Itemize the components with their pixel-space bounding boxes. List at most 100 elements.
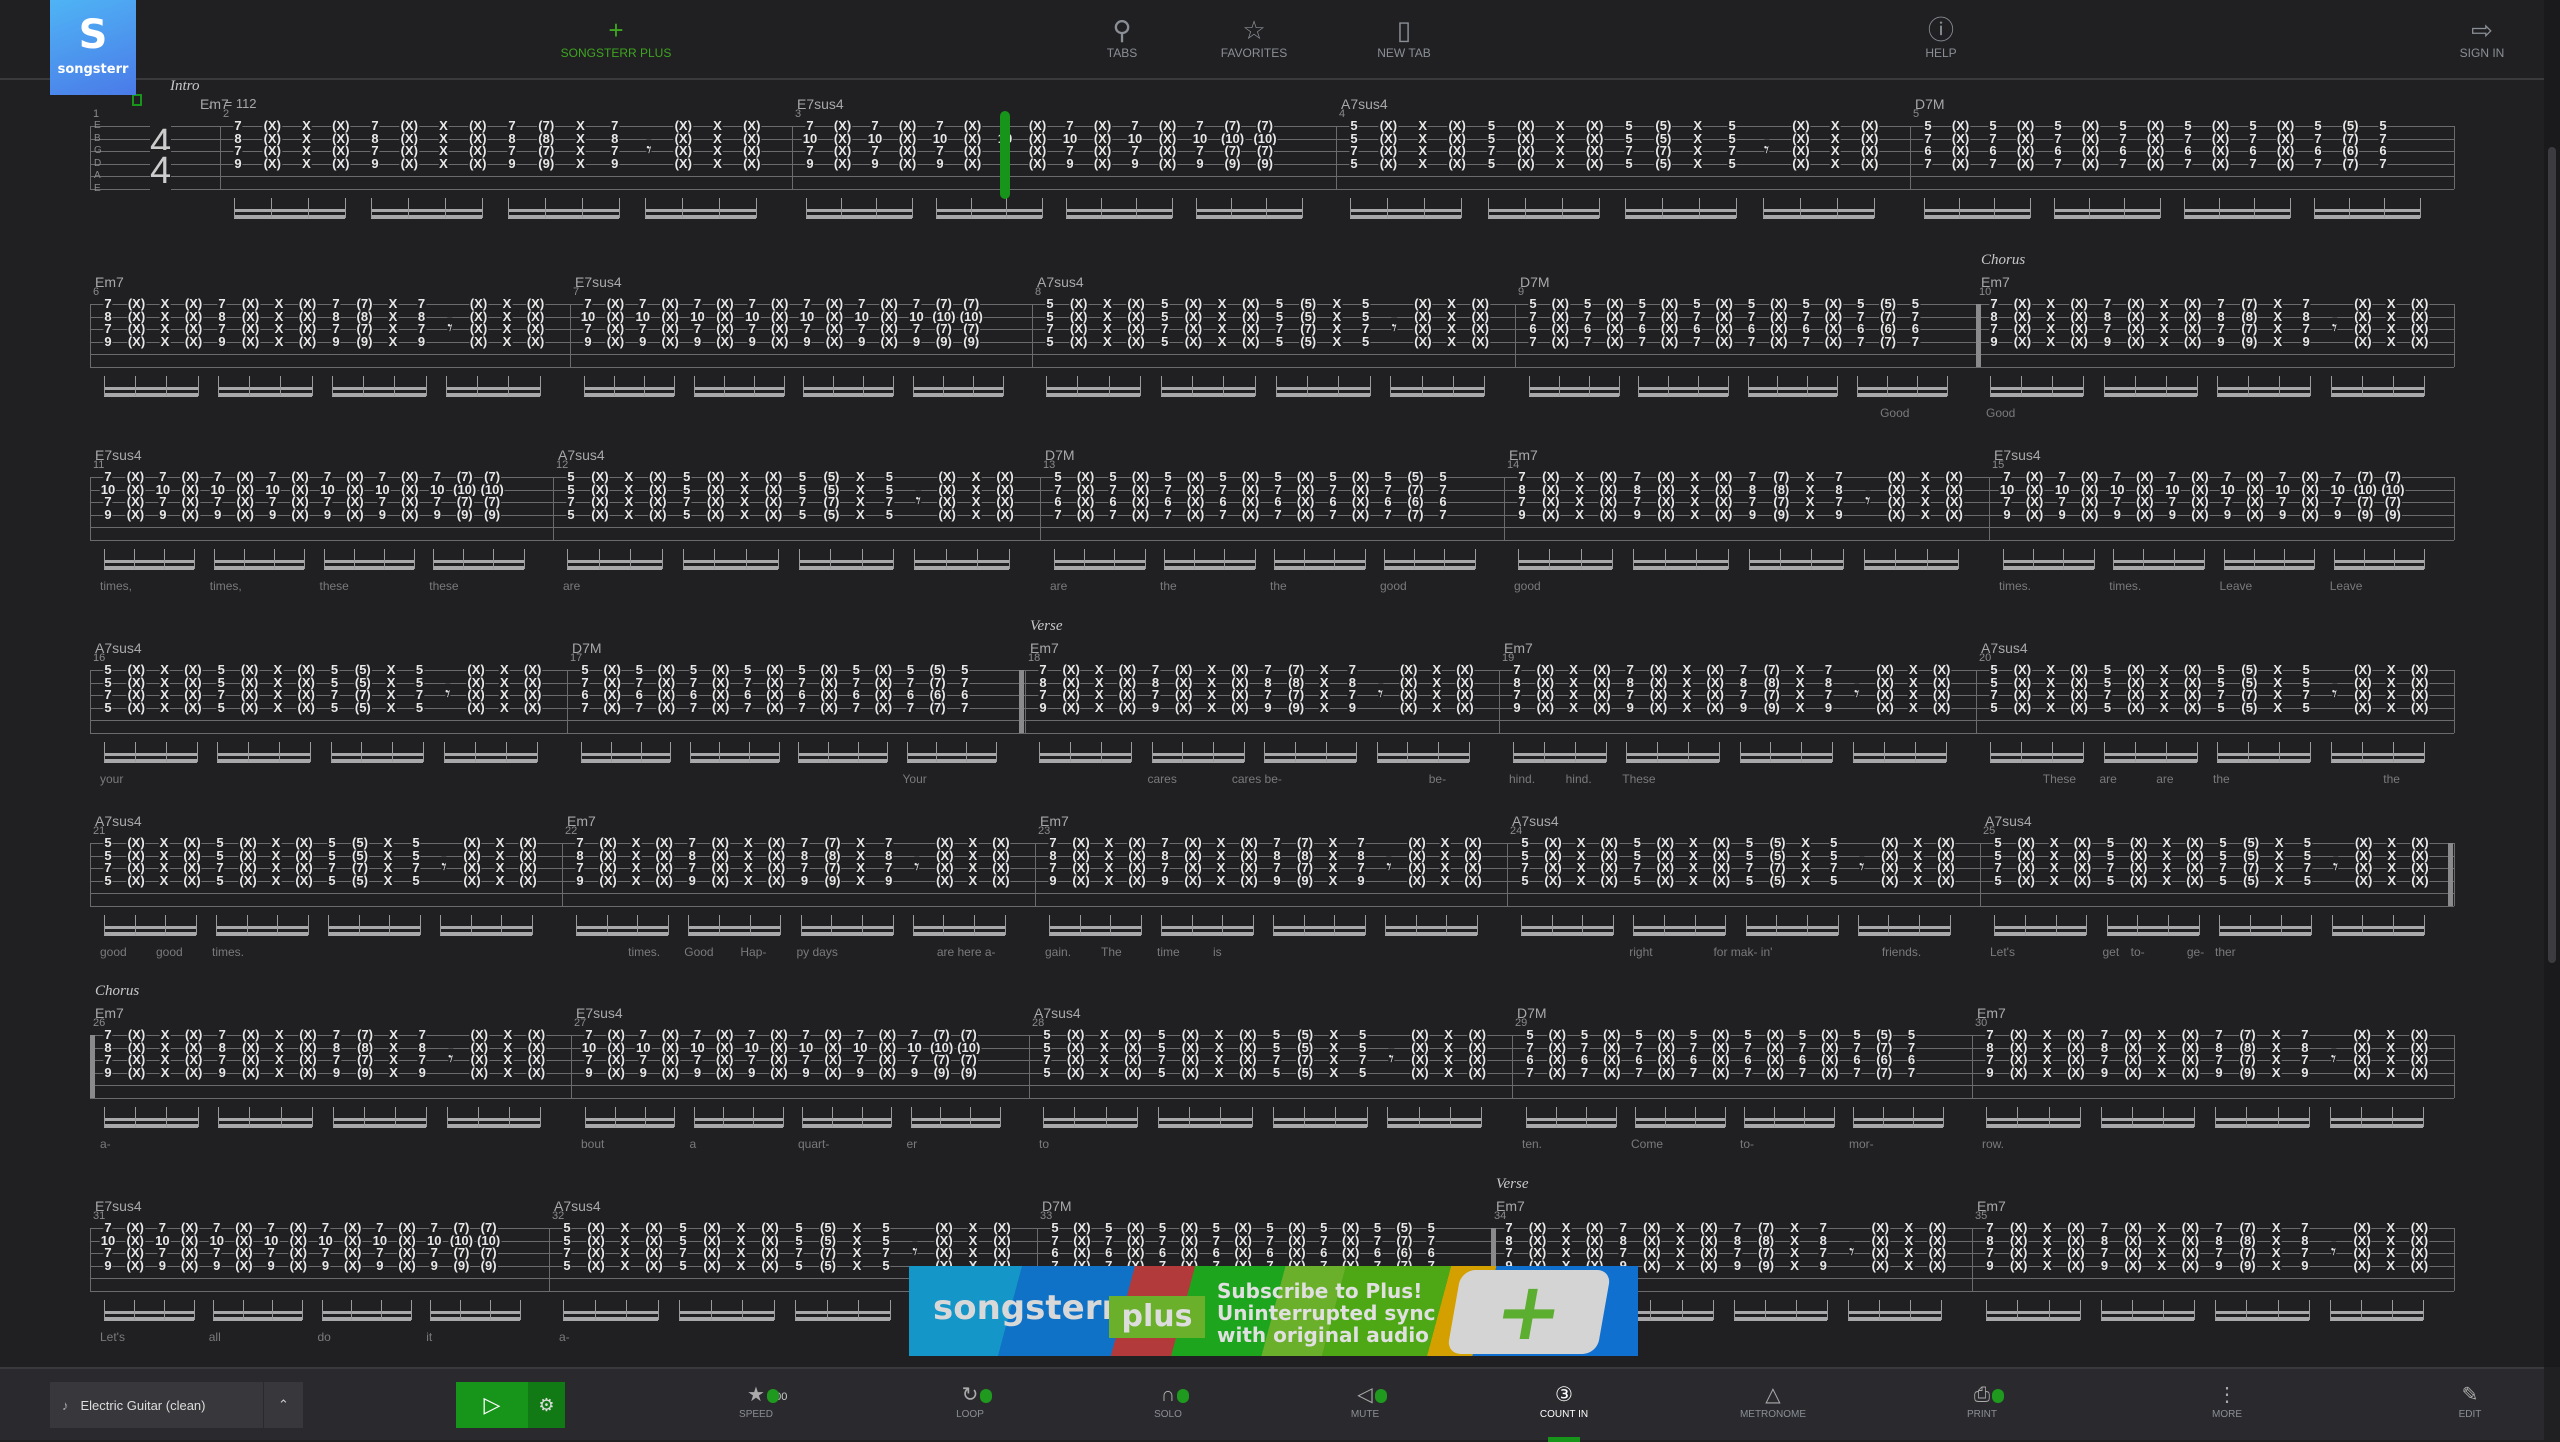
note-stem xyxy=(1852,742,1854,762)
fret-number: 5 xyxy=(1520,872,1530,888)
nav-new-tab[interactable]: ▯ NEW TAB xyxy=(1334,14,1474,60)
fret-number: X xyxy=(2385,699,2397,715)
nav-help[interactable]: ⓘ HELP xyxy=(1871,14,2011,60)
eighth-rest-icon: 𝄾 xyxy=(1388,1048,1394,1072)
rhythm-beam xyxy=(1164,566,1255,570)
note-stem xyxy=(714,549,716,569)
note-stem xyxy=(277,915,279,935)
speed-button[interactable]: ★100SPEED xyxy=(696,1381,816,1420)
note-stem xyxy=(1618,376,1620,396)
note-stem xyxy=(249,376,251,396)
eighth-rest-icon: 𝄾 xyxy=(445,683,451,707)
subscribe-plus-banner[interactable]: songsterr plus Subscribe to Plus! Uninte… xyxy=(909,1265,1638,1358)
note-stem xyxy=(999,1107,1001,1127)
rhythm-beam xyxy=(1160,393,1255,397)
fret-number: (X) xyxy=(2066,1064,2086,1080)
barline xyxy=(2454,126,2455,189)
fret-number: (X) xyxy=(1157,155,1178,171)
more-button[interactable]: ⋮ MORE xyxy=(2167,1381,2287,1420)
fret-number: (5) xyxy=(822,506,841,522)
print-button[interactable]: ⎙ PRINT xyxy=(1922,1381,2042,1420)
note-stem xyxy=(1157,1107,1159,1127)
lyric-syllable: right xyxy=(1629,945,1653,959)
play-button[interactable]: ▷ xyxy=(456,1382,528,1428)
control-label: MUTE xyxy=(1350,1409,1380,1420)
fret-number: 9 xyxy=(884,872,894,888)
songsterr-logo[interactable]: Ssongsterr xyxy=(50,0,136,95)
fret-number: 9 xyxy=(1625,699,1635,715)
rhythm-beam xyxy=(1762,209,1874,212)
loop-button[interactable]: ↻ LOOP xyxy=(910,1381,1030,1420)
metronome-button[interactable]: △ METRONOME xyxy=(1713,1381,1833,1420)
fret-number: 5 xyxy=(103,872,113,888)
rhythm-beam xyxy=(1387,1118,1482,1121)
note-stem xyxy=(2360,1107,2362,1127)
scrollbar-thumb[interactable] xyxy=(2548,147,2556,963)
fret-number: (X) xyxy=(2180,1257,2201,1273)
solo-button[interactable]: ∩ SOLO xyxy=(1108,1381,1228,1420)
note-stem xyxy=(861,549,863,569)
mute-button[interactable]: ◁ MUTE xyxy=(1305,1381,1425,1420)
note-stem xyxy=(523,549,525,569)
nav-songsterr-plus[interactable]: + SONGSTERR PLUS xyxy=(546,14,686,60)
fret-number: (X) xyxy=(2015,155,2036,171)
note-stem xyxy=(2215,1300,2216,1320)
note-stem xyxy=(1842,549,1844,569)
nav-sign-in[interactable]: ⇨ SIGN IN xyxy=(2412,14,2552,60)
instrument-selector[interactable]: ♪ Electric Guitar (clean) ⌃ xyxy=(50,1382,303,1428)
fret-number: (X) xyxy=(1130,506,1151,522)
rhythm-beam xyxy=(1161,932,1253,936)
note-stem xyxy=(1196,198,1197,218)
note-stem xyxy=(363,376,365,396)
rhythm-beam xyxy=(1856,393,1947,397)
fret-number: (X) xyxy=(1455,699,1475,715)
fret-number: (X) xyxy=(766,872,787,888)
rhythm-beam xyxy=(1157,1118,1252,1121)
rhythm-beam xyxy=(1635,1118,1725,1121)
note-stem xyxy=(2203,549,2205,569)
note-stem xyxy=(328,915,329,935)
edit-button[interactable]: ✎ EDIT xyxy=(2410,1381,2530,1420)
fret-number: 5 xyxy=(794,1257,804,1273)
nav-favorites[interactable]: ☆ FAVORITES xyxy=(1184,14,1324,60)
fret-number: (X) xyxy=(343,1257,363,1273)
note-stem xyxy=(2392,742,2394,762)
rhythm-beam xyxy=(1376,753,1469,756)
lyric-syllable: times, xyxy=(100,579,133,593)
note-stem xyxy=(463,549,465,569)
note-stem xyxy=(474,742,476,762)
fret-number: 9 xyxy=(233,155,243,171)
chord-name: Em7 xyxy=(1504,640,1533,656)
fret-number: (X) xyxy=(2126,699,2146,715)
playback-cursor[interactable] xyxy=(1000,111,1010,199)
fret-number: (X) xyxy=(656,699,677,715)
chevron-up-icon[interactable]: ⌃ xyxy=(263,1382,303,1428)
playback-settings-button[interactable]: ⚙ xyxy=(528,1382,565,1428)
fret-number: (X) xyxy=(399,155,419,171)
nav-tabs[interactable]: ⚲ TABS xyxy=(1052,14,1192,60)
note-stem xyxy=(2329,1107,2331,1127)
note-stem xyxy=(1986,1300,1987,1320)
rhythm-beam xyxy=(1164,560,1255,563)
rhythm-beam xyxy=(332,393,426,397)
eighth-rest-icon: 𝄾 xyxy=(447,317,453,341)
note-stem xyxy=(1438,742,1440,762)
note-stem xyxy=(104,549,105,569)
note-stem xyxy=(1946,376,1948,396)
chord-name: A7sus4 xyxy=(1037,274,1084,290)
rhythm-beam xyxy=(1521,932,1614,936)
fret-number: (9) xyxy=(823,872,842,888)
count-in-button[interactable]: ③ COUNT IN xyxy=(1504,1381,1624,1420)
fret-number: (X) xyxy=(991,872,1011,888)
rhythm-beam xyxy=(1990,387,2084,390)
more-vertical-icon: ⋮ xyxy=(2217,1384,2237,1406)
rhythm-beam xyxy=(802,1124,892,1128)
vertical-scrollbar[interactable] xyxy=(2544,0,2560,1367)
note-stem xyxy=(2106,915,2108,935)
note-stem xyxy=(508,376,510,396)
fret-number: 7 xyxy=(1910,333,1920,349)
fret-number: 9 xyxy=(692,333,703,349)
rhythm-beam xyxy=(2329,1317,2424,1321)
fret-number: 9 xyxy=(1738,699,1749,715)
tab-score[interactable]: 1 E B G D A E 4 4 ♩ = 112 2 Intro Em7 7 8 7 9 (X) (X) (X) (X… xyxy=(0,0,2544,1367)
